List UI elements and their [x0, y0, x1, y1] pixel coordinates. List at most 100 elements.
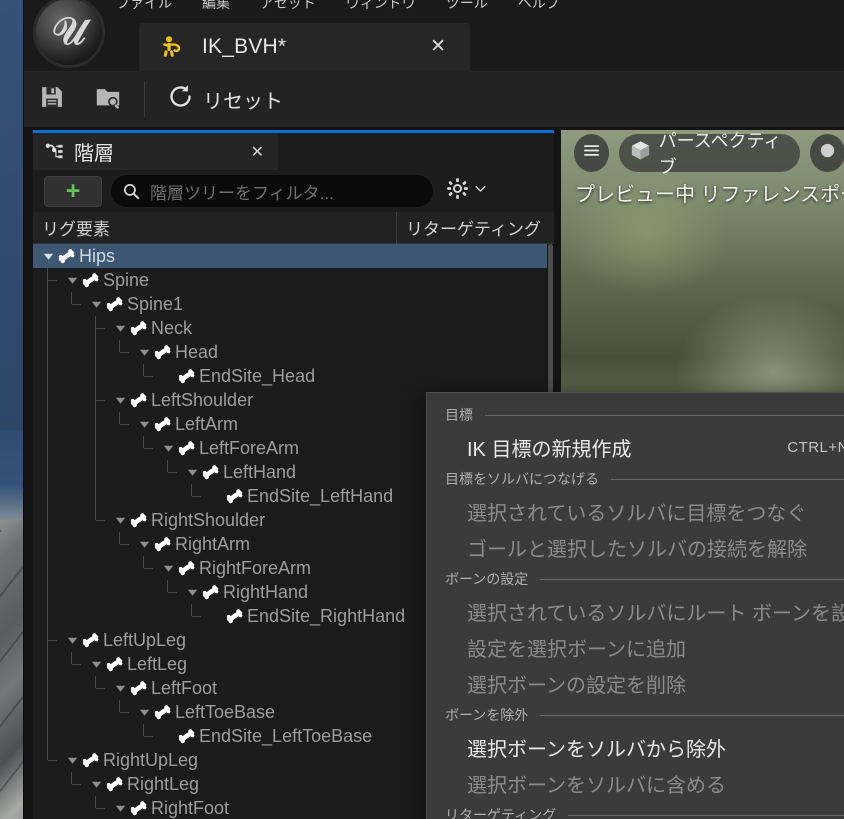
chevron-down-icon[interactable]	[41, 244, 56, 268]
chevron-down-icon[interactable]	[137, 340, 152, 364]
bone-icon	[176, 365, 198, 387]
context-menu-item-label: 選択ボーンをソルバに含める	[467, 774, 726, 797]
tree-row[interactable]: Spine	[33, 268, 554, 292]
tree-row[interactable]: EndSite_Head	[33, 364, 554, 388]
context-menu-section-header: ボーンを除外	[427, 701, 844, 729]
chevron-down-icon[interactable]	[113, 316, 128, 340]
viewport-status-text: プレビュー中 リファレンスポーズ	[575, 184, 844, 206]
search-icon	[122, 182, 141, 201]
tree-row[interactable]: Hips	[33, 244, 554, 268]
cube-icon	[629, 139, 652, 167]
tree-guide-line	[47, 700, 48, 724]
bone-icon	[152, 341, 174, 363]
bone-name-label: RightHand	[223, 581, 309, 602]
asset-tab-label: IK_BVH*	[202, 35, 287, 58]
bone-icon	[224, 605, 246, 627]
chevron-down-icon[interactable]	[113, 388, 128, 412]
close-icon[interactable]: ✕	[251, 142, 264, 162]
chevron-down-icon[interactable]	[65, 268, 80, 292]
chevron-down-icon[interactable]	[161, 556, 176, 580]
search-input[interactable]: 階層ツリーをフィルタ...	[150, 179, 334, 204]
context-menu-item-label: ゴールと選択したソルバの接続を解除	[467, 538, 807, 561]
asset-tab-ik-bvh[interactable]: IK_BVH* ✕	[139, 23, 470, 71]
context-menu-section-header: 目標	[427, 401, 844, 429]
chevron-down-icon[interactable]	[65, 628, 80, 652]
hierarchy-icon	[43, 141, 65, 163]
bone-name-label: RightShoulder	[151, 509, 266, 530]
viewport-lighting-button[interactable]	[810, 134, 844, 172]
tree-guide-line	[47, 316, 48, 340]
bone-name-label: LeftFoot	[151, 677, 218, 698]
menu-item-4[interactable]: ツール	[446, 0, 488, 10]
chevron-down-icon[interactable]	[137, 532, 152, 556]
chevron-down-icon[interactable]	[65, 748, 80, 772]
hierarchy-settings-button[interactable]	[446, 177, 488, 205]
menu-item-5[interactable]: ヘルプ	[518, 0, 560, 10]
tree-guide-elbow	[96, 328, 105, 329]
context-menu-item[interactable]: IK 目標の新規作成 CTRL+N	[427, 429, 844, 465]
column-retargeting[interactable]: リターゲティング	[397, 212, 554, 244]
chevron-down-icon[interactable]	[89, 292, 104, 316]
tree-guide-line	[47, 556, 48, 580]
tree-guide-line	[47, 532, 48, 556]
tree-guide-line	[71, 652, 72, 664]
viewport-camera-mode-button[interactable]: パースペクティブ	[618, 131, 801, 177]
tree-guide-line	[95, 484, 96, 508]
tree-guide-line	[143, 724, 144, 736]
context-menu-section-header: 目標をソルバにつなげる	[427, 465, 844, 493]
viewport-menu-button[interactable]	[574, 134, 609, 172]
add-element-button[interactable]: +	[44, 175, 102, 207]
chevron-down-icon[interactable]	[161, 436, 176, 460]
chevron-down-icon[interactable]	[137, 700, 152, 724]
menu-item-2[interactable]: アセット	[260, 0, 316, 10]
tree-guide-line	[47, 748, 48, 760]
bone-name-label: Neck	[151, 317, 193, 338]
reset-button[interactable]: リセット	[153, 71, 297, 127]
tree-guide-elbow	[96, 400, 105, 401]
save-button[interactable]	[24, 71, 80, 127]
tree-guide-line	[119, 700, 120, 712]
tree-guide-line	[143, 556, 144, 568]
tree-guide-line	[47, 292, 48, 316]
chevron-down-icon[interactable]	[185, 580, 200, 604]
chevron-down-icon[interactable]	[137, 412, 152, 436]
chevron-down-icon[interactable]	[113, 508, 128, 532]
bone-name-label: EndSite_Head	[199, 365, 316, 386]
tree-guide-line	[47, 340, 48, 364]
bone-name-label: LeftLeg	[127, 653, 188, 674]
filter-input-wrapper[interactable]: 階層ツリーをフィルタ...	[111, 175, 433, 207]
chevron-down-icon[interactable]	[185, 460, 200, 484]
context-menu-section-header: リターゲティング	[427, 801, 844, 819]
chevron-down-icon[interactable]	[89, 652, 104, 676]
unreal-logo-icon[interactable]: 𝒰	[33, 0, 105, 68]
tree-guide-elbow	[120, 712, 129, 713]
tree-row[interactable]: Neck	[33, 316, 554, 340]
section-rule	[568, 814, 844, 816]
menu-icon	[581, 140, 602, 166]
tree-guide-line	[119, 340, 120, 352]
chevron-down-icon[interactable]	[113, 796, 128, 819]
menu-item-1[interactable]: 編集	[202, 0, 230, 10]
tree-row[interactable]: Spine1	[33, 292, 554, 316]
tree-row[interactable]: Head	[33, 340, 554, 364]
menu-item-3[interactable]: ウィンドウ	[346, 0, 416, 10]
chevron-down-icon[interactable]	[89, 772, 104, 796]
browse-to-asset-button[interactable]	[80, 71, 136, 127]
bone-context-menu[interactable]: 目標 IK 目標の新規作成 CTRL+N 目標をソルバにつなげる 選択されているソルバに…	[426, 392, 844, 819]
menu-item-0[interactable]: ファイル	[116, 0, 172, 10]
context-menu-item[interactable]: 選択ボーンをソルバから除外	[427, 729, 844, 765]
unreal-logo-glyph: 𝒰	[51, 8, 87, 53]
tree-guide-line	[71, 772, 72, 784]
chevron-down-icon[interactable]	[113, 676, 128, 700]
tree-guide-line	[95, 460, 96, 484]
column-rig-element[interactable]: リグ要素	[33, 211, 397, 244]
bone-icon	[128, 317, 150, 339]
viewport-toolbar: パースペクティブ	[561, 130, 844, 177]
tab-hierarchy[interactable]: 階層 ✕	[33, 133, 278, 170]
bone-name-label: LeftForeArm	[199, 437, 300, 458]
context-menu-item-label: IK 目標の新規作成	[467, 438, 632, 461]
close-icon[interactable]: ✕	[430, 37, 446, 56]
